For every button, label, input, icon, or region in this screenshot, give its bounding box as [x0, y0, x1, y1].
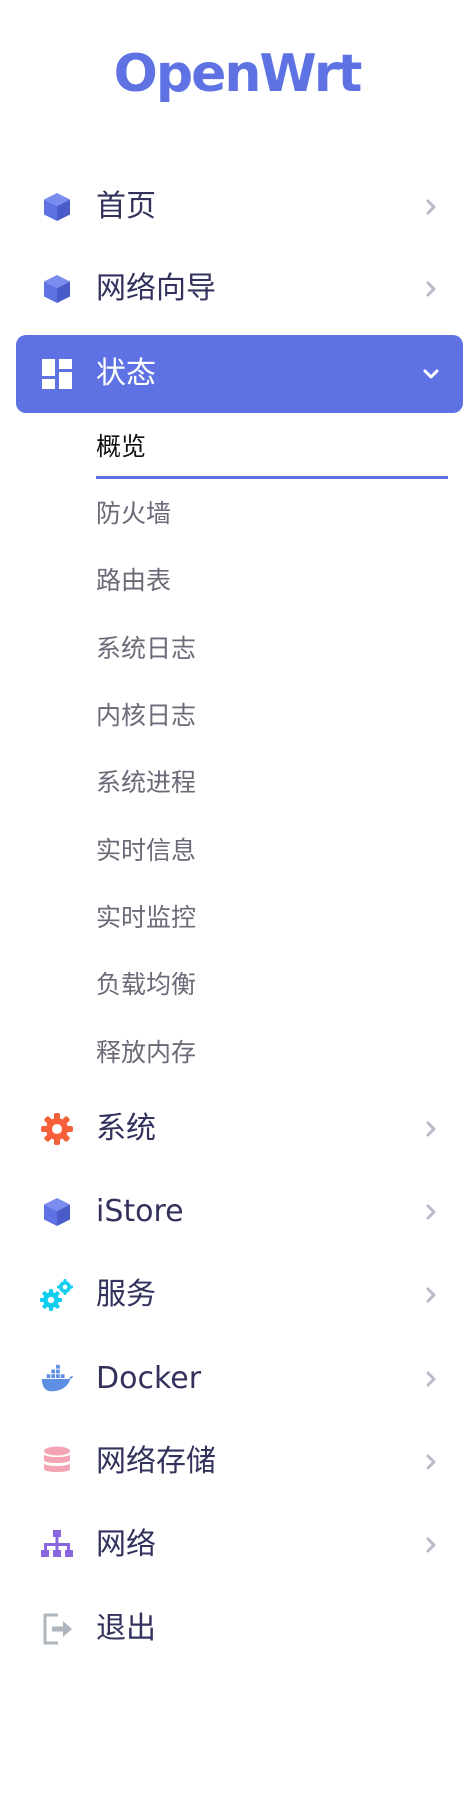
dashboard-icon	[40, 357, 74, 391]
submenu-item-routes[interactable]: 路由表	[96, 552, 448, 610]
submenu-item-realtime-monitor[interactable]: 实时监控	[96, 889, 448, 947]
nav-label-status: 状态	[96, 356, 156, 391]
nav-item-network-storage[interactable]: 网络存储	[16, 1423, 463, 1501]
submenu-item-load-balancing[interactable]: 负载均衡	[96, 956, 448, 1014]
active-underline	[96, 476, 448, 479]
chevron-right-icon	[426, 1287, 436, 1303]
openwrt-logo[interactable]: OpenWrt	[0, 34, 474, 114]
chevron-down-icon	[423, 369, 439, 379]
chevron-right-icon	[426, 1204, 436, 1220]
submenu-item-realtime-info[interactable]: 实时信息	[96, 822, 448, 880]
nav-item-home[interactable]: 首页	[16, 168, 463, 246]
nav-label-system: 系统	[96, 1111, 156, 1146]
submenu-item-firewall[interactable]: 防火墙	[96, 485, 448, 543]
nav-label-services: 服务	[96, 1277, 156, 1312]
chevron-right-icon	[426, 1537, 436, 1553]
nav-item-status[interactable]: 状态	[16, 335, 463, 413]
nav-label-istore: iStore	[96, 1194, 184, 1229]
submenu-item-processes[interactable]: 系统进程	[96, 754, 448, 812]
nav-item-logout[interactable]: 退出	[16, 1590, 463, 1668]
nav-item-docker[interactable]: Docker	[16, 1340, 463, 1418]
nav-label-logout: 退出	[96, 1611, 156, 1646]
nav-item-system[interactable]: 系统	[16, 1090, 463, 1168]
nav-label-network-storage: 网络存储	[96, 1444, 216, 1479]
submenu-item-kernel-log[interactable]: 内核日志	[96, 687, 448, 745]
gears-icon	[40, 1278, 74, 1312]
chevron-right-icon	[426, 1121, 436, 1137]
gear-icon	[40, 1112, 74, 1146]
cube-icon	[40, 272, 74, 306]
nav-item-services[interactable]: 服务	[16, 1256, 463, 1334]
sign-out-icon	[40, 1612, 74, 1646]
nav-label-docker: Docker	[96, 1361, 202, 1396]
submenu-item-overview[interactable]: 概览	[96, 418, 448, 476]
nav-label-network-wizard: 网络向导	[96, 271, 216, 306]
database-icon	[40, 1445, 74, 1479]
sidebar: OpenWrt 首页 网络向导 状态 概览 防火墙 路由表 系统日志 内核日志 …	[0, 0, 474, 1812]
chevron-right-icon	[426, 1371, 436, 1387]
cube-icon	[40, 190, 74, 224]
cube-icon	[40, 1195, 74, 1229]
nav-label-network: 网络	[96, 1527, 156, 1562]
nav-label-home: 首页	[96, 189, 156, 224]
nav-item-network[interactable]: 网络	[16, 1506, 463, 1584]
docker-icon	[40, 1362, 74, 1396]
chevron-right-icon	[426, 1454, 436, 1470]
chevron-right-icon	[426, 281, 436, 297]
chevron-right-icon	[426, 199, 436, 215]
nav-item-network-wizard[interactable]: 网络向导	[16, 250, 463, 328]
submenu-item-system-log[interactable]: 系统日志	[96, 620, 448, 678]
nav-item-istore[interactable]: iStore	[16, 1173, 463, 1251]
sitemap-icon	[40, 1528, 74, 1562]
submenu-item-free-memory[interactable]: 释放内存	[96, 1024, 448, 1082]
